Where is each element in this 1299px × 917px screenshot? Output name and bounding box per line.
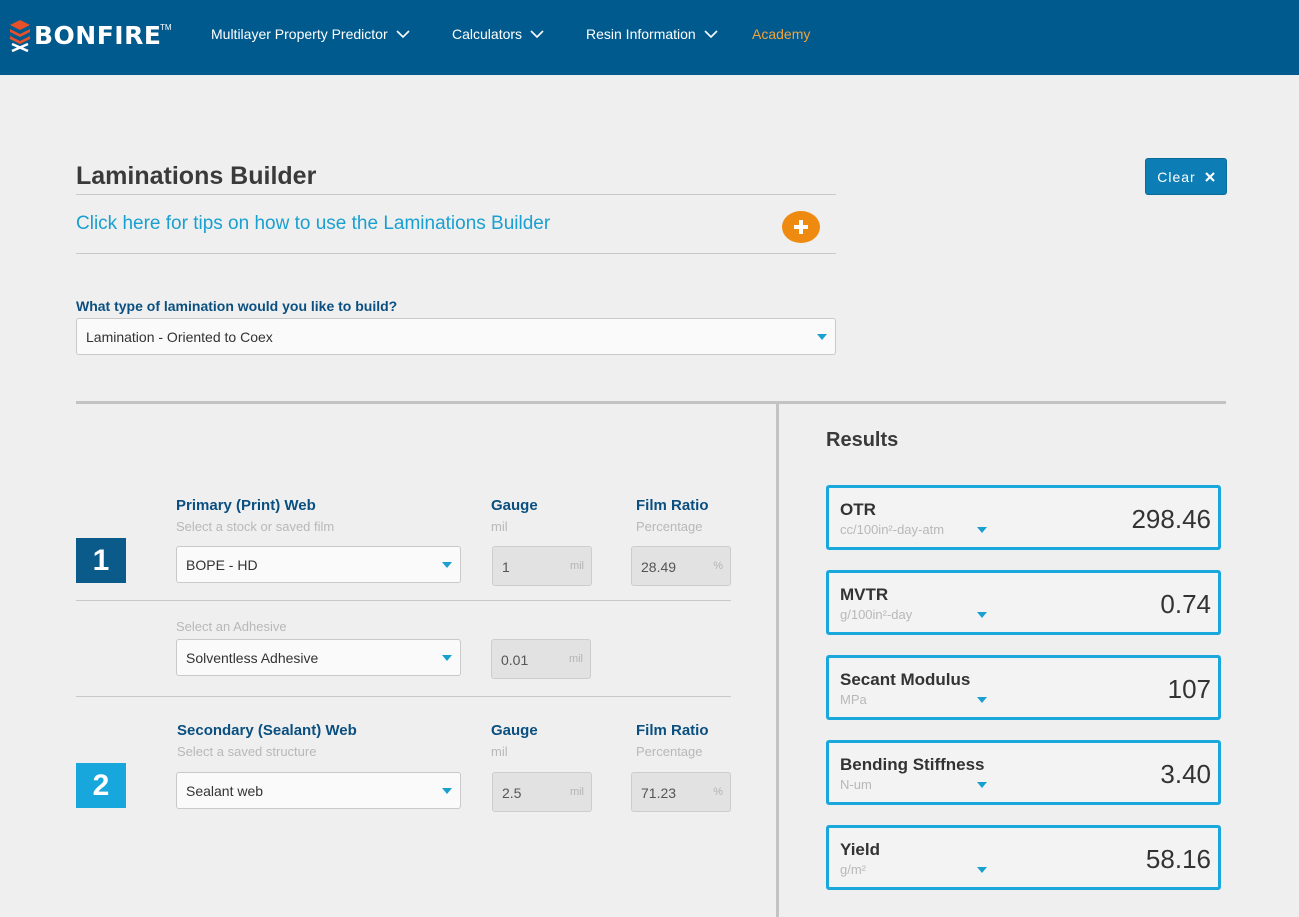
result-value: 298.46 <box>1131 504 1211 534</box>
result-card-yield: Yield g/m² 58.16 <box>826 825 1221 890</box>
input-value: 2.5 <box>502 785 522 801</box>
layer-number-badge: 1 <box>76 538 126 583</box>
primary-web-hint: Select a stock or saved film <box>176 519 335 534</box>
nav-calculators[interactable]: Calculators <box>452 26 544 42</box>
primary-gauge-input[interactable]: 1 mil <box>492 546 592 586</box>
primary-ratio-hint: Percentage <box>636 519 703 534</box>
input-value: 1 <box>502 559 510 575</box>
chevron-down-icon <box>396 29 410 38</box>
divider <box>76 253 836 254</box>
clear-button[interactable]: Clear <box>1145 158 1227 195</box>
nav-resin-information[interactable]: Resin Information <box>586 26 718 42</box>
lamination-type-select[interactable]: Lamination - Oriented to Coex <box>76 318 836 355</box>
result-unit: N-um <box>840 777 872 792</box>
adhesive-gauge-input[interactable]: 0.01 mil <box>491 639 591 679</box>
secondary-ratio-input[interactable]: 71.23 % <box>631 772 731 812</box>
nav-label: Calculators <box>452 26 523 42</box>
flame-stack-icon <box>10 20 30 52</box>
input-unit: mil <box>569 786 584 798</box>
secondary-web-hint: Select a saved structure <box>177 744 317 759</box>
result-card-bending-stiffness: Bending Stiffness N-um 3.40 <box>826 740 1221 805</box>
unit-dropdown-caret-icon[interactable] <box>977 612 987 618</box>
primary-gauge-unit-label: mil <box>491 519 508 534</box>
caret-down-icon <box>442 561 452 568</box>
result-unit: g/100in²-day <box>840 607 913 622</box>
result-unit: g/m² <box>840 862 866 877</box>
nav-academy[interactable]: Academy <box>752 26 810 42</box>
nav-label: Resin Information <box>586 26 696 42</box>
nav-multilayer-property-predictor[interactable]: Multilayer Property Predictor <box>211 26 410 42</box>
chevron-down-icon <box>704 29 718 38</box>
column-divider <box>776 404 779 917</box>
secondary-gauge-unit-label: mil <box>491 744 508 759</box>
input-unit: mil <box>568 653 583 665</box>
input-value: 28.49 <box>641 559 677 575</box>
caret-down-icon <box>442 787 452 794</box>
result-unit: cc/100in²-day-atm <box>840 522 945 537</box>
select-value: Sealant web <box>186 782 264 799</box>
adhesive-hint: Select an Adhesive <box>176 619 287 634</box>
select-value: BOPE - HD <box>186 556 258 573</box>
page-title: Laminations Builder <box>76 162 317 190</box>
trademark-mark: TM <box>160 23 172 32</box>
nav-label: Academy <box>752 26 811 42</box>
result-card-secant-modulus: Secant Modulus MPa 107 <box>826 655 1221 720</box>
top-navigation-bar: BONFIRE TM Multilayer Property Predictor… <box>0 0 1299 75</box>
expand-tips-button[interactable] <box>782 211 820 243</box>
primary-web-select[interactable]: BOPE - HD <box>176 546 461 583</box>
unit-dropdown-caret-icon[interactable] <box>977 782 987 788</box>
secondary-gauge-label: Gauge <box>491 722 538 739</box>
unit-dropdown-caret-icon[interactable] <box>977 697 987 703</box>
primary-web-label: Primary (Print) Web <box>176 497 316 514</box>
unit-dropdown-caret-icon[interactable] <box>977 867 987 873</box>
nav-label: Multilayer Property Predictor <box>211 26 388 42</box>
divider <box>76 696 731 697</box>
result-value: 3.40 <box>1160 759 1211 789</box>
close-icon <box>1205 171 1215 182</box>
chevron-down-icon <box>530 29 544 38</box>
secondary-web-label: Secondary (Sealant) Web <box>177 722 357 739</box>
input-value: 71.23 <box>641 785 677 801</box>
divider <box>76 600 731 601</box>
primary-ratio-input[interactable]: 28.49 % <box>631 546 731 586</box>
input-unit: % <box>713 560 723 572</box>
divider <box>76 194 836 195</box>
unit-dropdown-caret-icon[interactable] <box>977 527 987 533</box>
input-value: 0.01 <box>501 652 529 668</box>
result-card-mvtr: MVTR g/100in²-day 0.74 <box>826 570 1221 635</box>
secondary-gauge-input[interactable]: 2.5 mil <box>492 772 592 812</box>
caret-down-icon <box>442 654 452 661</box>
result-name: Yield <box>840 840 880 859</box>
layer-number-badge: 2 <box>76 763 126 808</box>
result-name: Secant Modulus <box>840 670 971 689</box>
primary-gauge-label: Gauge <box>491 497 538 514</box>
clear-label: Clear <box>1157 168 1196 185</box>
secondary-web-select[interactable]: Sealant web <box>176 772 461 809</box>
tips-link[interactable]: Click here for tips on how to use the La… <box>76 213 550 235</box>
input-unit: % <box>713 786 723 798</box>
lamination-type-question: What type of lamination would you like t… <box>76 298 398 314</box>
section-divider <box>76 401 1226 404</box>
caret-down-icon <box>817 333 827 340</box>
result-value: 107 <box>1167 674 1211 704</box>
result-value: 0.74 <box>1160 589 1211 619</box>
bonfire-logo[interactable]: BONFIRE TM <box>9 20 174 52</box>
result-value: 58.16 <box>1145 844 1211 874</box>
result-card-otr: OTR cc/100in²-day-atm 298.46 <box>826 485 1221 550</box>
secondary-ratio-label: Film Ratio <box>636 722 709 739</box>
adhesive-select[interactable]: Solventless Adhesive <box>176 639 461 676</box>
input-unit: mil <box>569 560 584 572</box>
primary-ratio-label: Film Ratio <box>636 497 709 514</box>
result-name: MVTR <box>840 585 889 604</box>
result-name: Bending Stiffness <box>840 755 985 774</box>
brand-name: BONFIRE <box>34 21 162 50</box>
result-name: OTR <box>840 500 876 519</box>
select-value: Lamination - Oriented to Coex <box>86 328 273 345</box>
results-title: Results <box>826 429 899 451</box>
result-unit: MPa <box>840 692 867 707</box>
secondary-ratio-hint: Percentage <box>636 744 703 759</box>
select-value: Solventless Adhesive <box>186 649 319 666</box>
plus-icon <box>794 220 808 234</box>
